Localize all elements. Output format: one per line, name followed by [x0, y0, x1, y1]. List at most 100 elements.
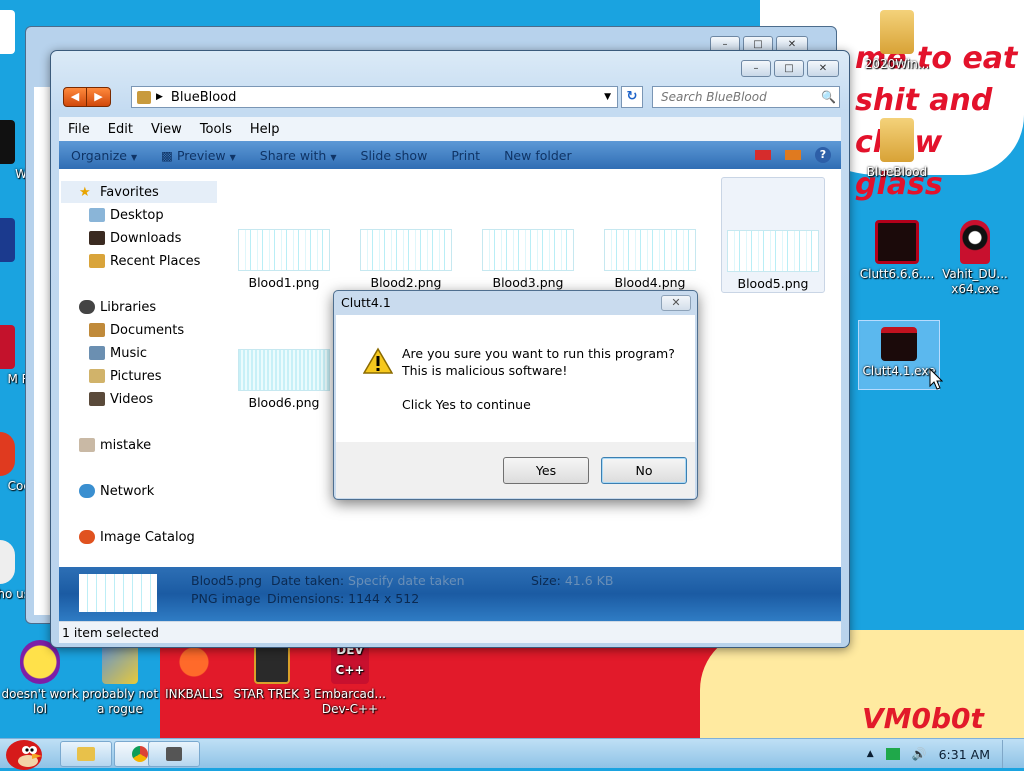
nav-documents[interactable]: Documents: [89, 319, 184, 341]
no-button[interactable]: No: [601, 457, 687, 484]
organize-button[interactable]: Organize ▼: [59, 148, 149, 163]
nav-documents-label: Documents: [110, 322, 185, 338]
file-name: Blood3.png: [492, 275, 564, 290]
search-input[interactable]: [659, 89, 819, 105]
dialog-message: Are you sure you want to run this progra…: [402, 345, 675, 413]
share-with-button[interactable]: Share with ▼: [248, 148, 349, 163]
menu-help[interactable]: Help: [241, 122, 289, 137]
desktop-icon: [89, 208, 105, 222]
show-hidden-icons-icon[interactable]: ▲: [867, 749, 874, 759]
details-file-type: PNG image: [191, 591, 261, 606]
menu-edit[interactable]: Edit: [99, 122, 142, 137]
taskbar-app-button[interactable]: [148, 741, 200, 767]
volume-icon[interactable]: 🔊: [912, 747, 927, 761]
nav-music[interactable]: Music: [89, 342, 147, 364]
yes-button[interactable]: Yes: [503, 457, 589, 484]
address-bar[interactable]: ▶ BlueBlood ▼: [131, 86, 618, 108]
nav-pictures[interactable]: Pictures: [89, 365, 161, 387]
print-button[interactable]: Print: [439, 148, 492, 163]
desktop-icon-blueblood[interactable]: BlueBlood: [856, 118, 938, 180]
dimensions-value: 1144 x 512: [348, 591, 420, 606]
slide-show-button[interactable]: Slide show: [349, 148, 440, 163]
menu-tools[interactable]: Tools: [191, 122, 241, 137]
clock[interactable]: 6:31 AM: [939, 747, 990, 762]
desktop-icon-startrek[interactable]: STAR TREK 3: [232, 640, 312, 702]
nav-network[interactable]: Network: [79, 480, 154, 502]
dialog-line-3: Click Yes to continue: [402, 397, 531, 412]
nav-videos[interactable]: Videos: [89, 388, 153, 410]
image-catalog-icon: [79, 530, 95, 544]
file-blood3[interactable]: Blood3.png: [473, 229, 583, 290]
date-taken-value[interactable]: Specify date taken: [348, 573, 465, 588]
forward-arrow-icon[interactable]: ▶: [87, 87, 111, 107]
desktop-icon-label: doesn't work lol: [1, 687, 79, 716]
nav-recent-places[interactable]: Recent Places: [89, 250, 200, 272]
preview-button[interactable]: ▩ Preview ▼: [149, 148, 248, 163]
menu-file[interactable]: File: [59, 122, 99, 137]
preview-icon: ▩: [161, 147, 177, 163]
menu-view[interactable]: View: [142, 122, 191, 137]
user-icon: [79, 438, 95, 452]
file-name: Blood4.png: [614, 275, 686, 290]
desktop-icon-2020win[interactable]: 2020Win...: [856, 10, 938, 72]
view-options-icon[interactable]: [755, 150, 771, 160]
size-value: 41.6 KB: [564, 573, 614, 588]
window-controls: – □ ✕: [741, 60, 839, 77]
maximize-icon[interactable]: □: [774, 60, 804, 77]
file-blood1[interactable]: Blood1.png: [229, 229, 339, 290]
star-icon: ★: [79, 185, 91, 200]
back-arrow-icon[interactable]: ◀: [63, 87, 87, 107]
show-desktop-button[interactable]: [1002, 740, 1014, 768]
network-icon[interactable]: [885, 748, 900, 760]
desktop-icon-label: STAR TREK 3: [233, 687, 311, 701]
chevron-down-icon[interactable]: ▼: [604, 92, 611, 102]
file-blood2[interactable]: Blood2.png: [351, 229, 461, 290]
date-taken-label: Date taken:: [271, 573, 345, 588]
taskbar-explorer-button[interactable]: [60, 741, 112, 767]
angry-bird-start-icon[interactable]: [2, 731, 46, 771]
nav-pictures-label: Pictures: [110, 368, 162, 384]
nav-desktop[interactable]: Desktop: [89, 204, 164, 226]
desktop-icon-devcpp[interactable]: DEV C++ Embarcad... Dev-C++: [308, 640, 392, 717]
image-thumbnail: [482, 229, 574, 271]
preview-pane-icon[interactable]: [785, 150, 801, 160]
nav-downloads[interactable]: Downloads: [89, 227, 181, 249]
nav-image-catalog[interactable]: Image Catalog: [79, 526, 195, 548]
desktop-icon-label: Clutt4.1.exe: [862, 364, 936, 378]
breadcrumb-blueblood[interactable]: BlueBlood: [171, 90, 236, 105]
new-folder-button[interactable]: New folder: [492, 148, 584, 163]
details-thumbnail: [79, 574, 157, 612]
close-icon[interactable]: ✕: [661, 295, 691, 311]
mouse-cursor-icon: [929, 368, 943, 390]
nav-music-label: Music: [110, 345, 147, 361]
desktop-icon-clutt666[interactable]: Clutt6.6.6....: [856, 220, 938, 282]
system-tray: ▲ 🔊 6:31 AM: [867, 739, 1014, 769]
desktop-icon-clutt41[interactable]: Clutt4.1.exe: [858, 320, 940, 390]
search-icon[interactable]: 🔍: [821, 90, 836, 104]
desktop-icon-yahoo[interactable]: doesn't work lol: [0, 640, 80, 717]
help-icon[interactable]: ?: [815, 147, 831, 163]
chevron-down-icon: ▼: [330, 152, 337, 162]
nav-libraries[interactable]: Libraries: [79, 296, 156, 318]
refresh-icon[interactable]: ↻: [621, 86, 643, 108]
nav-favorites[interactable]: ★ Favorites: [61, 181, 217, 203]
file-blood4[interactable]: Blood4.png: [595, 229, 705, 290]
warning-dialog[interactable]: Clutt4.1 ✕ Are you sure you want to run …: [333, 290, 698, 500]
videos-icon: [89, 392, 105, 406]
desktop-icon-rogue[interactable]: probably not a rogue: [80, 640, 160, 717]
app-icon: [0, 120, 15, 164]
desktop-icon-vahit[interactable]: Vahit_DU... x64.exe: [934, 220, 1016, 297]
file-blood6[interactable]: Blood6.png: [229, 349, 339, 410]
music-icon: [89, 346, 105, 360]
minimize-icon[interactable]: –: [741, 60, 771, 77]
breadcrumb-chevron-icon[interactable]: ▶: [156, 92, 163, 102]
nav-catalog-label: Image Catalog: [100, 529, 195, 545]
file-blood5[interactable]: Blood5.png: [721, 177, 825, 293]
clutt-horns-icon: [881, 327, 917, 361]
nav-mistake[interactable]: mistake: [79, 434, 151, 456]
app-icon: [0, 10, 15, 54]
desktop-icon-inkballs[interactable]: INKBALLS: [154, 640, 234, 702]
hooded-figure-icon: [960, 220, 990, 264]
search-box[interactable]: 🔍: [652, 86, 840, 108]
close-icon[interactable]: ✕: [807, 60, 839, 77]
